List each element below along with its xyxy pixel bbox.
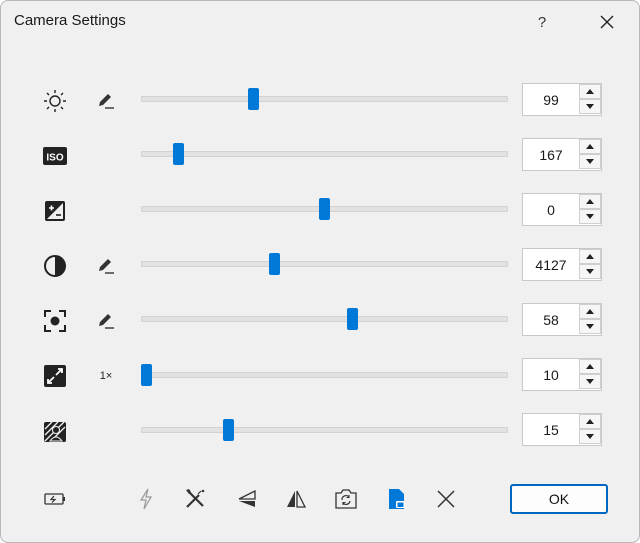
edit-brightness-button[interactable] <box>94 89 118 113</box>
lock-file-icon[interactable] <box>383 485 411 513</box>
chevron-down-icon <box>586 324 594 329</box>
slider-thumb[interactable] <box>141 364 152 386</box>
decrement-button[interactable] <box>579 209 601 224</box>
slider-thumb[interactable] <box>222 419 234 441</box>
increment-button[interactable] <box>579 359 601 374</box>
contrast-slider[interactable] <box>141 253 508 275</box>
brightness-value[interactable]: 99 <box>523 84 579 115</box>
slider-thumb[interactable] <box>247 88 259 110</box>
slider-thumb[interactable] <box>269 253 281 275</box>
exposure-compensation-icon <box>42 198 68 224</box>
chevron-up-icon <box>586 89 594 94</box>
edit-icon <box>99 314 114 329</box>
brightness-spinbox[interactable]: 99 <box>522 83 602 116</box>
iso-value[interactable]: 167 <box>523 139 579 170</box>
chevron-down-icon <box>586 379 594 384</box>
backlight-value[interactable]: 15 <box>523 414 579 445</box>
increment-button[interactable] <box>579 139 601 154</box>
edit-icon <box>99 94 114 109</box>
switch-camera-icon[interactable] <box>332 485 360 513</box>
decrement-button[interactable] <box>579 264 601 279</box>
chevron-up-icon <box>586 419 594 424</box>
chevron-up-icon <box>586 364 594 369</box>
chevron-down-icon <box>586 104 594 109</box>
increment-button[interactable] <box>579 304 601 319</box>
chevron-down-icon <box>586 159 594 164</box>
close-icon <box>600 15 614 29</box>
decrement-button[interactable] <box>579 429 601 444</box>
backlight-icon <box>42 419 68 445</box>
focus-value[interactable]: 58 <box>523 304 579 335</box>
chevron-down-icon <box>586 214 594 219</box>
edit-icon <box>99 259 114 274</box>
zoom-slider[interactable] <box>141 364 508 386</box>
focus-spinbox[interactable]: 58 <box>522 303 602 336</box>
chevron-down-icon <box>586 269 594 274</box>
window-title: Camera Settings <box>14 12 126 29</box>
zoom-icon <box>42 363 68 389</box>
backlight-slider[interactable] <box>141 419 508 441</box>
slider-thumb[interactable] <box>347 308 359 330</box>
chevron-up-icon <box>586 254 594 259</box>
exposure-slider[interactable] <box>141 198 508 220</box>
zoom-value[interactable]: 10 <box>523 359 579 390</box>
iso-spinbox[interactable]: 167 <box>522 138 602 171</box>
camera-settings-dialog: Camera Settings ? 99 ISO 167 0 4127 58 1… <box>0 0 640 543</box>
brightness-icon <box>42 88 68 114</box>
flash-icon[interactable] <box>132 485 160 513</box>
svg-text:ISO: ISO <box>46 153 63 164</box>
title-bar: Camera Settings ? <box>1 1 639 43</box>
decrement-button[interactable] <box>579 374 601 389</box>
focus-icon <box>42 308 68 334</box>
brightness-slider[interactable] <box>141 88 508 110</box>
increment-button[interactable] <box>579 414 601 429</box>
decrement-button[interactable] <box>579 99 601 114</box>
edit-focus-button[interactable] <box>94 309 118 333</box>
focus-slider[interactable] <box>141 308 508 330</box>
tools-icon[interactable] <box>182 485 210 513</box>
exposure-value[interactable]: 0 <box>523 194 579 225</box>
contrast-value[interactable]: 4127 <box>523 249 579 280</box>
mirror-icon[interactable] <box>282 485 310 513</box>
reset-icon[interactable] <box>432 485 460 513</box>
chevron-up-icon <box>586 309 594 314</box>
contrast-spinbox[interactable]: 4127 <box>522 248 602 281</box>
zoom-spinbox[interactable]: 10 <box>522 358 602 391</box>
battery-icon[interactable] <box>41 485 69 513</box>
increment-button[interactable] <box>579 194 601 209</box>
zoom-factor-label: 1× <box>99 370 113 382</box>
slider-thumb[interactable] <box>319 198 330 220</box>
help-button[interactable]: ? <box>523 5 561 39</box>
increment-button[interactable] <box>579 84 601 99</box>
slider-thumb[interactable] <box>173 143 185 165</box>
chevron-up-icon <box>586 199 594 204</box>
iso-slider[interactable] <box>141 143 508 165</box>
contrast-icon <box>42 253 68 279</box>
decrement-button[interactable] <box>579 154 601 169</box>
ok-button[interactable]: OK <box>510 484 608 514</box>
iso-icon: ISO <box>42 143 68 169</box>
backlight-spinbox[interactable]: 15 <box>522 413 602 446</box>
flip-vertical-icon[interactable] <box>233 485 261 513</box>
chevron-down-icon <box>586 434 594 439</box>
close-button[interactable] <box>586 5 628 39</box>
edit-contrast-button[interactable] <box>94 254 118 278</box>
exposure-spinbox[interactable]: 0 <box>522 193 602 226</box>
decrement-button[interactable] <box>579 319 601 334</box>
increment-button[interactable] <box>579 249 601 264</box>
chevron-up-icon <box>586 144 594 149</box>
